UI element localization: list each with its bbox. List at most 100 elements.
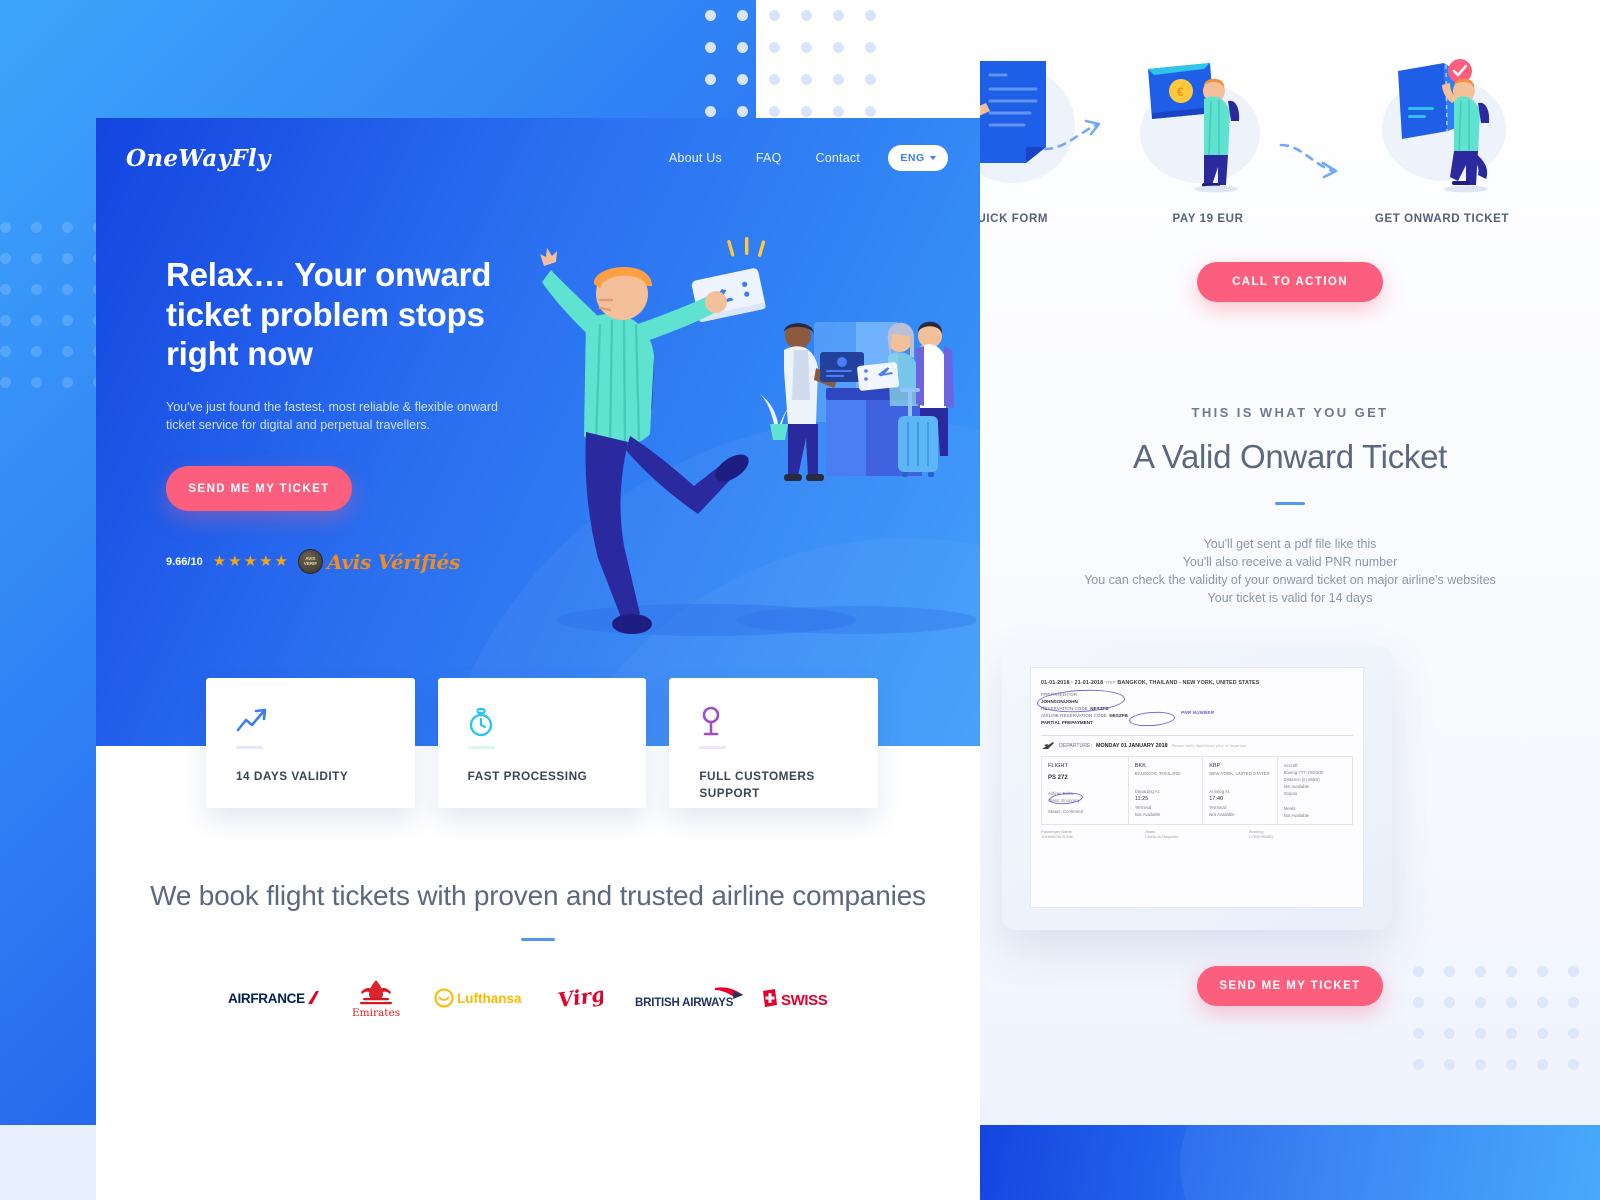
dot xyxy=(833,42,844,53)
ticket-valid-date: 21-01-2018 xyxy=(1074,680,1104,686)
step-get-ticket: GET ONWARD TICKET xyxy=(1352,55,1532,225)
nav-item-contact[interactable]: Contact xyxy=(816,151,860,165)
bottom-call-to-action-row: SEND ME MY TICKET xyxy=(980,966,1600,1006)
feature-card-validity[interactable]: 14 DAYS VALIDITY xyxy=(206,678,415,808)
airline-logo-lufthansa: Lufthansa xyxy=(427,976,529,1020)
avis-badge-label: Avis Vérifiés xyxy=(326,549,460,574)
send-me-my-ticket-button[interactable]: SEND ME MY TICKET xyxy=(166,466,352,512)
hero-content: Relax… Your onward ticket problem stops … xyxy=(166,255,536,575)
step-pay: € PAY 19 EUR xyxy=(1118,55,1298,225)
background-left-bottom-strip xyxy=(0,1125,96,1200)
airline-logo-airfrance: AIRFRANCE xyxy=(223,976,325,1020)
ticket-foot-seats-value: Check-In Required xyxy=(1145,833,1179,839)
ticket-departure-date: MONDAY 01 JANUARY 2018 xyxy=(1095,742,1168,749)
svg-text:Virgin: Virgin xyxy=(557,981,603,1012)
nav-item-faq[interactable]: FAQ xyxy=(756,151,782,165)
section-divider xyxy=(521,938,555,942)
ticket-airline-label: Airline: xyxy=(1048,791,1062,797)
dot xyxy=(62,222,73,233)
hero-section: OneWayFly About Us FAQ Contact ENG Relax… xyxy=(96,118,980,746)
logo[interactable]: OneWayFly xyxy=(126,145,271,172)
nav-item-about-us[interactable]: About Us xyxy=(669,151,722,165)
dot xyxy=(0,222,11,233)
arrow-step2-to-step3-icon xyxy=(1278,137,1344,186)
ticket-footer-row: Passenger Name JOHNSON/JOHN Seats Check-… xyxy=(1041,829,1353,839)
ink-label-pnr: PNR NUMBER xyxy=(1181,710,1215,715)
ticket-terminal-value: Not Available xyxy=(1134,811,1161,817)
dot xyxy=(62,253,73,264)
rating-stars: ★ ★ ★ ★ ★ xyxy=(213,554,288,569)
ticket-pdf-preview[interactable]: 01-01-2018 ʰ 21-01-2018 TRIP BANGKOK, TH… xyxy=(1030,667,1364,908)
ticket-departure-note: Please verify flight times prior to depa… xyxy=(1171,743,1247,749)
dot xyxy=(31,284,42,295)
hero-heading: Relax… Your onward ticket problem stops … xyxy=(166,256,492,373)
dot xyxy=(705,74,716,85)
ticket-airline-reservation-code: NESZFB xyxy=(1109,713,1128,719)
ticket-foot-booking-value: CONFIRMED xyxy=(1249,833,1274,839)
feature-card-rule xyxy=(236,746,263,749)
call-to-action-button[interactable]: CALL TO ACTION xyxy=(1197,262,1383,302)
star-icon: ★ xyxy=(274,553,288,571)
feature-card-rule xyxy=(699,746,727,749)
ticket-destination-code: KBP xyxy=(1209,762,1221,769)
ticket-arriving-label: Arriving At: xyxy=(1209,788,1231,794)
ticket-distance-label: Distance (in Miles) xyxy=(1283,776,1320,782)
language-selector[interactable]: ENG xyxy=(888,145,948,171)
feature-card-title: 14 DAYS VALIDITY xyxy=(236,769,349,783)
avis-verifies-badge[interactable]: AVIS VERIF Avis Vérifiés xyxy=(297,549,460,575)
dot xyxy=(31,346,42,357)
ticket-departing-time: 11:25 xyxy=(1134,795,1149,802)
benefit-item: Your ticket is valid for 14 days xyxy=(1207,591,1373,606)
hero-subheading: You've just found the fastest, most reli… xyxy=(166,399,498,432)
airline-logo-row: AIRFRANCE Emirates Lufthansa Virgin BRIT… xyxy=(96,976,980,1020)
send-me-my-ticket-button-bottom[interactable]: SEND ME MY TICKET xyxy=(1197,966,1383,1006)
section-kicker: THIS IS WHAT YOU GET xyxy=(1191,405,1389,420)
airline-logo-emirates: Emirates xyxy=(325,976,427,1020)
ticket-prepared-for-label: PREPARED FOR xyxy=(1041,692,1077,697)
ticket-header-row: 01-01-2018 ʰ 21-01-2018 TRIP BANGKOK, TH… xyxy=(1041,680,1260,686)
ticket-class: Class: Economy xyxy=(1048,798,1080,804)
ticket-departure-label: DEPARTURE: xyxy=(1059,742,1092,749)
feature-card-rule xyxy=(467,746,495,749)
dot xyxy=(0,377,11,388)
airline-logo-swiss: SWISS xyxy=(751,976,853,1020)
feature-card-support[interactable]: FULL CUSTOMERS SUPPORT xyxy=(669,678,879,808)
ticket-flight-table: FLIGHT PS 272 Airline: Delta Class: Econ… xyxy=(1041,755,1353,825)
ticket-airline-name: Delta xyxy=(1062,791,1073,797)
svg-text:AIRFRANCE: AIRFRANCE xyxy=(228,991,305,1006)
ticket-foot-passenger-value: JOHNSON/JOHN xyxy=(1041,833,1073,839)
dot xyxy=(62,346,73,357)
dot xyxy=(0,346,11,357)
ticket-reservation-block: PREPARED FOR JOHNSON/JOHN RESERVATION CO… xyxy=(1041,691,1353,727)
section-heading: A Valid Onward Ticket xyxy=(1132,438,1448,475)
avis-seal-icon: AVIS VERIF xyxy=(297,549,323,575)
dot xyxy=(833,10,844,21)
benefit-item: You'll get sent a pdf file like this xyxy=(1203,537,1377,551)
dot xyxy=(769,74,780,85)
feature-card-title: FULL CUSTOMERS SUPPORT xyxy=(699,769,815,801)
dot xyxy=(801,74,812,85)
landing-page-right-panel: QUICK FORM € xyxy=(980,0,1600,1125)
arrow-step1-to-step2-icon xyxy=(1042,113,1108,162)
feature-card-processing[interactable]: FAST PROCESSING xyxy=(437,678,647,808)
airplane-icon xyxy=(1042,741,1054,749)
star-icon: ★ xyxy=(259,553,273,571)
language-selector-label: ENG xyxy=(900,152,925,164)
ticket-issue-date: 01-01-2018 xyxy=(1041,680,1070,686)
ticket-reservation-code-label: RESERVATION CODE xyxy=(1041,706,1088,712)
dot xyxy=(31,222,42,233)
dot xyxy=(0,284,11,295)
svg-text:BRITISH AIRWAYS: BRITISH AIRWAYS xyxy=(635,997,734,1009)
main-navigation: About Us FAQ Contact xyxy=(669,151,860,165)
ticket-aircraft-value: Boeing 777-200/300 xyxy=(1283,769,1324,775)
ticket-reservation-code: NESZFB xyxy=(1090,706,1109,712)
dot-grid-top-center xyxy=(705,10,876,117)
dot xyxy=(62,315,73,326)
star-icon: ★ xyxy=(228,553,242,571)
ticket-origin-city: BANGKOK, THAILAND xyxy=(1134,771,1181,777)
stopwatch-icon xyxy=(468,706,623,740)
ticket-origin-code: BKK xyxy=(1134,762,1146,769)
dot xyxy=(705,10,716,21)
dot xyxy=(737,74,748,85)
chevron-down-icon xyxy=(929,156,936,160)
